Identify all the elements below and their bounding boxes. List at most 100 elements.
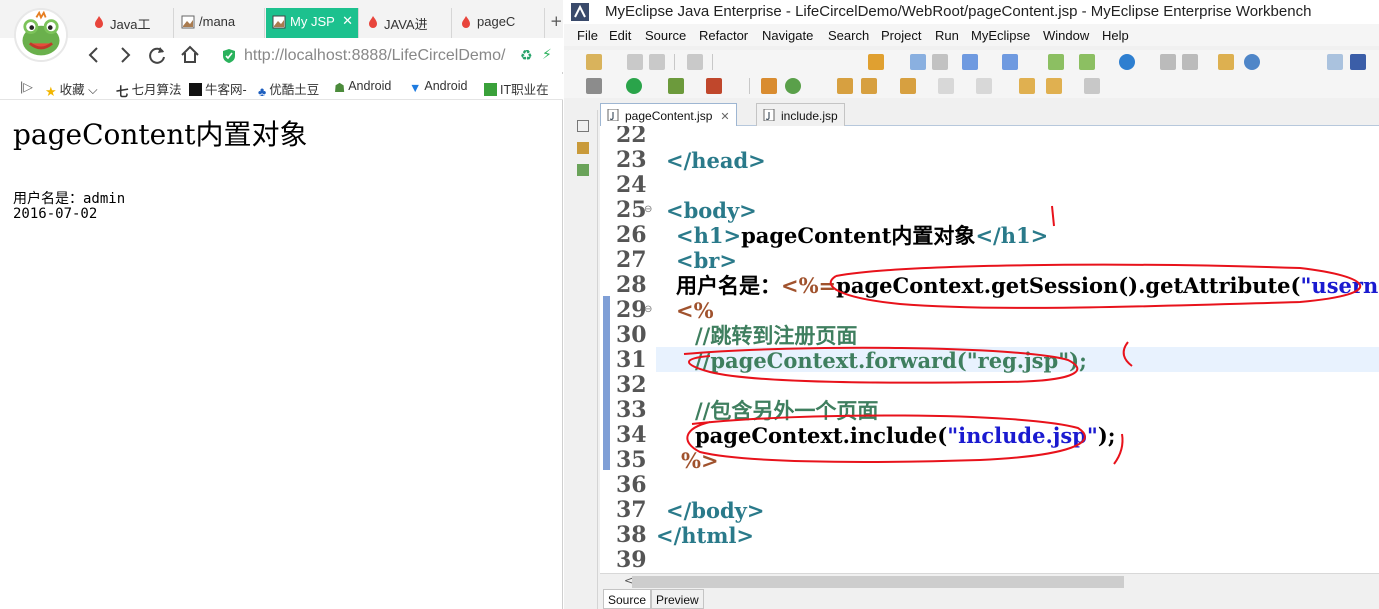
code-line-38: </html> xyxy=(656,523,755,548)
web-browser-icon[interactable] xyxy=(1244,54,1260,70)
new-java-project-icon[interactable] xyxy=(761,78,777,94)
jar-icon[interactable] xyxy=(900,78,916,94)
bookmark-favorites[interactable]: ★ 收藏 ⌵ xyxy=(45,79,98,99)
debug-icon[interactable] xyxy=(586,78,602,94)
bookmark-july-algo[interactable]: 七七月算法 xyxy=(116,79,182,99)
editor-mode-tabs: Source Preview xyxy=(600,589,1379,609)
run-external-icon[interactable] xyxy=(668,78,684,94)
nav-back-icon[interactable] xyxy=(1046,78,1062,94)
browser-tab-manager[interactable]: /mana xyxy=(175,8,265,38)
coverage-icon[interactable] xyxy=(706,78,722,94)
open-resource-icon[interactable] xyxy=(1079,54,1095,70)
menu-myeclipse[interactable]: MyEclipse xyxy=(971,28,1030,43)
search-icon[interactable] xyxy=(1002,54,1018,70)
save-icon[interactable] xyxy=(627,54,643,70)
browser-tab-java[interactable]: Java工 xyxy=(86,8,174,38)
change-marker xyxy=(603,296,610,470)
tab-source[interactable]: Source xyxy=(603,589,652,609)
bookmark-it-career[interactable]: IT职业在 xyxy=(484,79,549,98)
menu-project[interactable]: Project xyxy=(881,28,921,43)
reload-icon[interactable] xyxy=(145,43,169,67)
bookmark-nowcoder[interactable]: 牛客网- xyxy=(189,79,247,98)
page-username-line: 用户名是：admin xyxy=(13,191,126,207)
fold-toggle-icon[interactable]: ⊖ xyxy=(644,204,652,215)
browser-tab-myjsp[interactable]: My JSP ✕ xyxy=(266,8,359,38)
address-bar[interactable]: http://localhost:8888/LifeCircelDemo/ xyxy=(244,47,514,65)
line-number: 29 xyxy=(616,297,647,323)
minimized-views-bar xyxy=(568,110,598,609)
nowcoder-icon xyxy=(189,83,202,96)
tab-include-jsp[interactable]: include.jsp xyxy=(756,103,845,126)
prev-annotation-icon[interactable] xyxy=(976,78,992,94)
back-icon[interactable] xyxy=(82,43,106,67)
menu-edit[interactable]: Edit xyxy=(609,28,631,43)
code-line-37: </body> xyxy=(666,498,765,523)
server-icon[interactable] xyxy=(910,54,926,70)
line-number: 37 xyxy=(616,497,647,523)
bookmark-android-2[interactable]: ▼ Android xyxy=(409,79,467,95)
globe-icon[interactable] xyxy=(1119,54,1135,70)
new-class-icon[interactable] xyxy=(785,78,801,94)
browser-window: Java工 /mana My JSP ✕ JAVA进 pageC + http:… xyxy=(0,0,563,609)
close-tab-icon[interactable]: ✕ xyxy=(720,111,729,123)
menu-run[interactable]: Run xyxy=(935,28,959,43)
nav-forward-icon[interactable] xyxy=(1084,78,1100,94)
fire-icon xyxy=(369,16,377,28)
menu-help[interactable]: Help xyxy=(1102,28,1129,43)
home-icon[interactable] xyxy=(178,43,202,67)
bookmark-android-1[interactable]: ☗ Android xyxy=(334,79,391,95)
code-line-23: </head> xyxy=(666,148,766,173)
package-icon[interactable] xyxy=(1218,54,1234,70)
close-tab-icon[interactable]: ✕ xyxy=(342,13,353,29)
tab-preview[interactable]: Preview xyxy=(651,589,704,609)
code-editor[interactable]: 22 23 24 25 26 27 28 29 30 31 32 33 34 3… xyxy=(600,126,1379,573)
menu-file[interactable]: File xyxy=(577,28,598,43)
scrollbar-thumb[interactable] xyxy=(632,576,1124,588)
july-logo-icon: 七 xyxy=(116,85,129,99)
open-folder-icon[interactable] xyxy=(837,78,853,94)
sidebar-toggle-icon[interactable]: |▷ xyxy=(20,79,33,94)
browser-tab-pagecontent[interactable]: pageC xyxy=(453,8,545,38)
forward-icon[interactable] xyxy=(113,43,137,67)
annotation-icon[interactable] xyxy=(1182,54,1198,70)
menu-refactor[interactable]: Refactor xyxy=(699,28,748,43)
restore-icon[interactable] xyxy=(577,120,589,132)
next-annotation-icon[interactable] xyxy=(938,78,954,94)
perspective-icon[interactable] xyxy=(1327,54,1343,70)
package-explorer-icon[interactable] xyxy=(577,142,589,154)
task-icon[interactable] xyxy=(1160,54,1176,70)
lightning-icon[interactable]: ⚡ xyxy=(542,47,552,63)
last-edit-icon[interactable] xyxy=(1019,78,1035,94)
bookmark-youku[interactable]: ♣ 优酷土豆 xyxy=(258,79,319,99)
it-career-icon xyxy=(484,83,497,96)
fire-icon xyxy=(95,16,103,28)
star-icon: ★ xyxy=(45,84,57,99)
horizontal-scrollbar[interactable]: < xyxy=(600,573,1379,589)
code-line-31: //pageContext.forward("reg.jsp"); xyxy=(695,348,1087,373)
run-icon[interactable] xyxy=(626,78,642,94)
avatar[interactable] xyxy=(14,8,68,62)
tab-pagecontent-jsp[interactable]: pageContent.jsp ✕ xyxy=(600,103,737,126)
code-line-34: pageContext.include("include.jsp"); xyxy=(695,423,1116,448)
menu-navigate[interactable]: Navigate xyxy=(762,28,813,43)
menu-source[interactable]: Source xyxy=(645,28,686,43)
calendar-icon[interactable] xyxy=(932,54,948,70)
new-icon[interactable] xyxy=(586,54,602,70)
android-icon: ☗ xyxy=(334,81,346,95)
recycle-icon[interactable]: ♻ xyxy=(520,48,533,64)
browser-tab-javastudy[interactable]: JAVA进 xyxy=(360,8,452,38)
bookmarks-bar: |▷ ★ 收藏 ⌵ 七七月算法 牛客网- ♣ 优酷土豆 ☗ Android ▼ Andr… xyxy=(0,74,563,100)
outline-icon[interactable] xyxy=(577,164,589,176)
myeclipse-perspective-icon[interactable] xyxy=(1350,54,1366,70)
new-tab-button[interactable]: + xyxy=(550,12,563,30)
menu-window[interactable]: Window xyxy=(1043,28,1089,43)
wand-icon[interactable] xyxy=(962,54,978,70)
open-type-icon[interactable] xyxy=(1048,54,1064,70)
fold-toggle-icon[interactable]: ⊖ xyxy=(644,304,652,315)
print-icon[interactable] xyxy=(687,54,703,70)
menu-search[interactable]: Search xyxy=(828,28,869,43)
line-number: 31 xyxy=(616,347,647,373)
save-all-icon[interactable] xyxy=(649,54,665,70)
pen-icon[interactable] xyxy=(861,78,877,94)
deploy-icon[interactable] xyxy=(868,54,884,70)
